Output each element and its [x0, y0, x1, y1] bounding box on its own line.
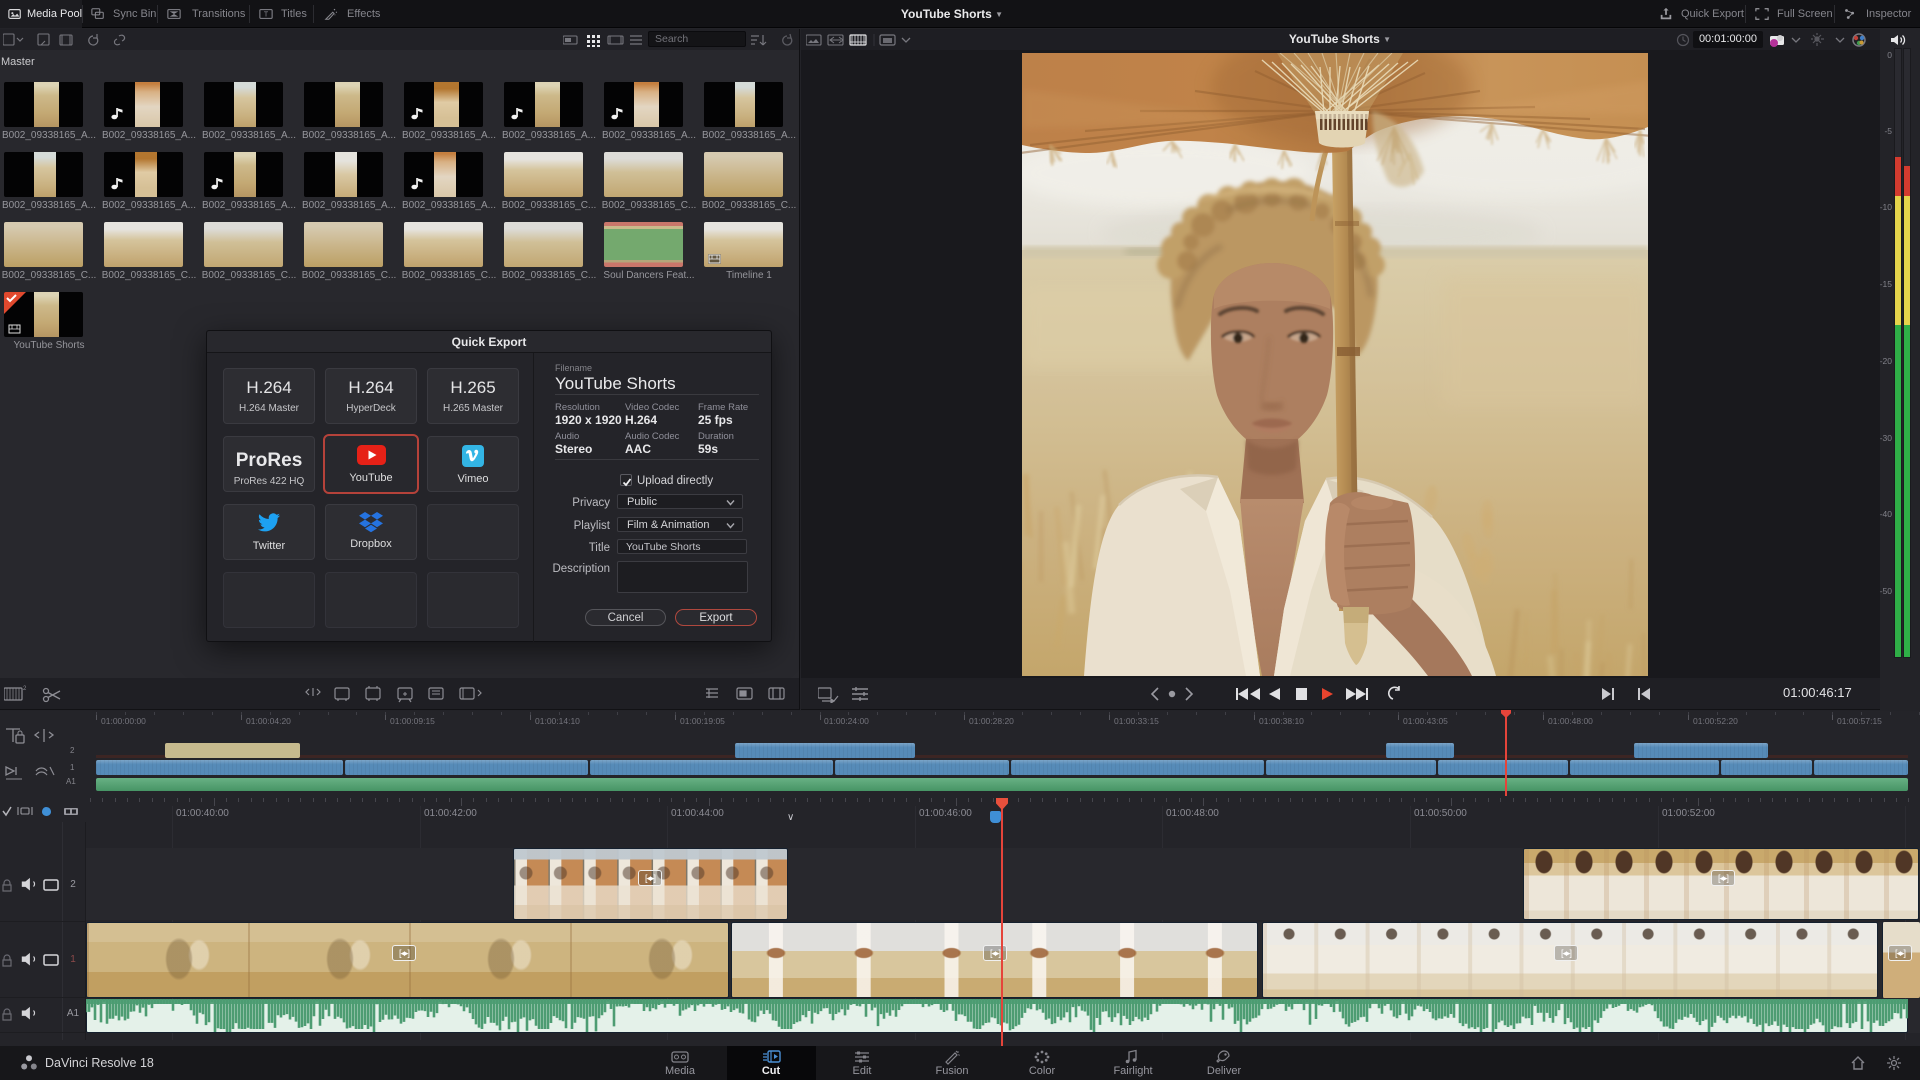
svg-text:T: T: [264, 12, 269, 19]
svg-text:2: 2: [23, 686, 27, 692]
